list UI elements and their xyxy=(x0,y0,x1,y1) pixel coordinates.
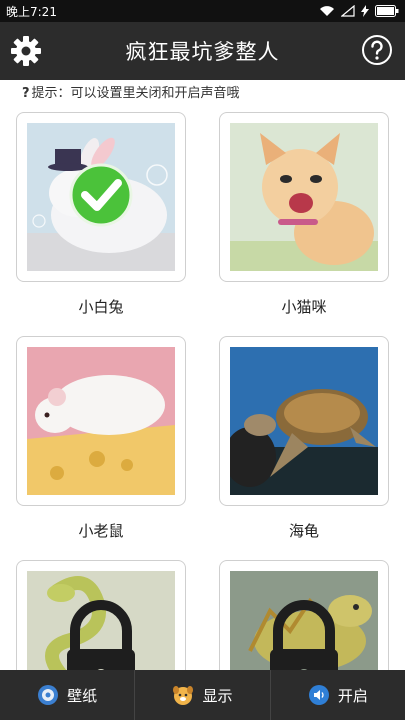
checkmark-icon xyxy=(69,163,133,227)
animal-card-locked-2[interactable] xyxy=(219,560,389,670)
tab-wallpaper-label: 壁纸 xyxy=(67,686,98,705)
card-frame xyxy=(16,560,186,670)
animal-card-rabbit[interactable]: 小白兔 xyxy=(16,112,186,317)
locked-snake-image xyxy=(27,571,175,670)
speaker-icon xyxy=(308,685,329,705)
animal-card-turtle[interactable]: 海龟 xyxy=(219,336,389,541)
locked-lizard-image xyxy=(230,571,378,670)
animal-grid: 小白兔 小猫咪 小老鼠 海龟 xyxy=(0,112,405,670)
status-time: 晚上7:21 xyxy=(6,4,57,19)
card-label: 小猫咪 xyxy=(281,298,327,316)
kitten-image xyxy=(230,123,378,271)
wallpaper-gear-icon xyxy=(38,685,59,705)
mouse-image xyxy=(27,347,175,495)
card-frame xyxy=(219,112,389,282)
app-header: 疯狂最坑爹整人 xyxy=(0,22,405,80)
dog-face-icon xyxy=(173,686,194,705)
charging-icon xyxy=(361,5,369,17)
wifi-icon xyxy=(320,6,334,16)
card-label: 小老鼠 xyxy=(78,522,124,540)
animal-card-mouse[interactable]: 小老鼠 xyxy=(16,336,186,541)
tab-enable-label: 开启 xyxy=(337,686,368,705)
hint-message: 提示：可以设置里关闭和开启声音哦 xyxy=(31,86,240,101)
hint-text: ? 提示：可以设置里关闭和开启声音哦 xyxy=(22,82,240,101)
card-label: 海龟 xyxy=(288,522,319,540)
card-frame xyxy=(16,336,186,506)
help-icon[interactable] xyxy=(361,34,393,66)
status-bar: 晚上7:21 xyxy=(0,0,405,22)
rabbit-image xyxy=(27,123,175,271)
turtle-image xyxy=(230,347,378,495)
signal-icon xyxy=(341,5,355,17)
animal-card-kitten[interactable]: 小猫咪 xyxy=(219,112,389,317)
page-title: 疯狂最坑爹整人 xyxy=(125,40,280,64)
battery-icon xyxy=(375,5,399,17)
tab-display[interactable]: 显示 xyxy=(135,670,271,720)
bottom-toolbar: 壁纸 显示 开启 xyxy=(0,670,405,720)
card-label: 小白兔 xyxy=(78,298,124,316)
lock-icon xyxy=(67,600,135,670)
lock-icon xyxy=(270,600,338,670)
tab-enable[interactable]: 开启 xyxy=(271,670,405,720)
card-frame xyxy=(219,336,389,506)
card-frame xyxy=(219,560,389,670)
animal-card-locked-1[interactable] xyxy=(16,560,186,670)
tab-wallpaper[interactable]: 壁纸 xyxy=(0,670,136,720)
tab-display-label: 显示 xyxy=(202,686,233,705)
hint-question-mark: ? xyxy=(22,86,30,101)
card-frame xyxy=(16,112,186,282)
gear-icon[interactable] xyxy=(10,35,42,67)
